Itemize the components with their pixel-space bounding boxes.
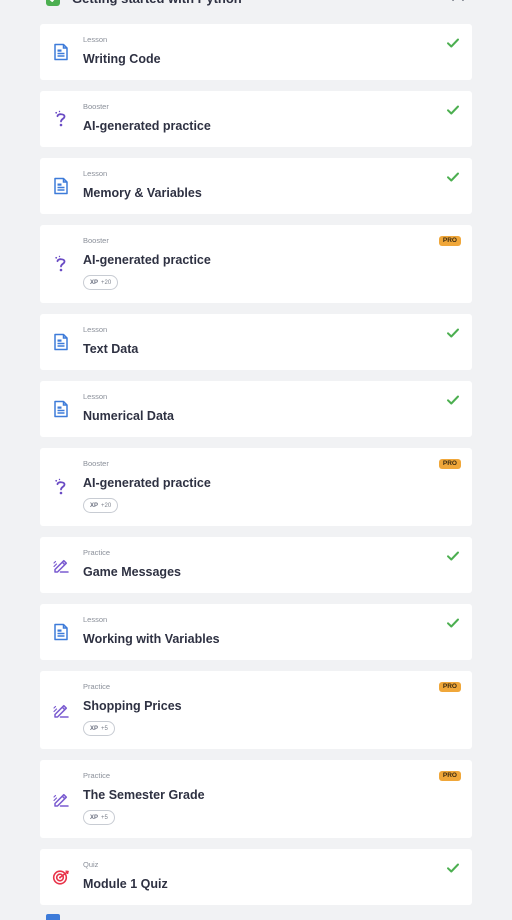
- xp-value: +5: [101, 814, 108, 821]
- card-title: Shopping Prices: [83, 699, 182, 713]
- card-type-label: Practice: [83, 771, 111, 780]
- booster-icon: [52, 478, 70, 496]
- completed-check-icon: [446, 36, 460, 50]
- xp-label: XP: [90, 814, 99, 821]
- pro-badge: PRO: [438, 771, 461, 781]
- lesson-card[interactable]: Practice Game Messages: [40, 537, 472, 593]
- card-type-label: Booster: [83, 102, 109, 111]
- pro-badge: PRO: [438, 459, 461, 469]
- lesson-card[interactable]: Lesson Working with Variables: [40, 604, 472, 660]
- card-type-label: Booster: [83, 236, 109, 245]
- lesson-card[interactable]: Practice The Semester Grade PRO XP +5: [40, 760, 472, 838]
- xp-badge: XP +5: [83, 721, 115, 736]
- card-type-label: Lesson: [83, 325, 108, 334]
- practice-icon: [52, 790, 70, 808]
- pro-badge: PRO: [438, 236, 461, 246]
- xp-value: +20: [101, 502, 112, 509]
- card-title: Working with Variables: [83, 632, 220, 646]
- lesson-icon: [52, 333, 70, 351]
- card-title: Game Messages: [83, 565, 181, 579]
- lesson-icon: [52, 43, 70, 61]
- completed-check-icon: [446, 103, 460, 117]
- completed-check-icon: [446, 549, 460, 563]
- lesson-card[interactable]: Lesson Numerical Data: [40, 381, 472, 437]
- xp-badge: XP +20: [83, 498, 119, 513]
- booster-icon: [52, 110, 70, 128]
- lesson-card[interactable]: Practice Shopping Prices PRO XP +5: [40, 671, 472, 749]
- lesson-card[interactable]: Booster AI-generated practice: [40, 91, 472, 147]
- lesson-card[interactable]: Booster AI-generated practice PRO XP +20: [40, 448, 472, 526]
- xp-label: XP: [90, 279, 99, 286]
- completed-check-icon: [446, 170, 460, 184]
- practice-icon: [52, 556, 70, 574]
- lesson-list: Lesson Writing Code Booster AI-generated pr…: [40, 24, 472, 916]
- xp-label: XP: [90, 725, 99, 732]
- quiz-icon: [52, 868, 70, 886]
- xp-value: +5: [101, 725, 108, 732]
- xp-label: XP: [90, 502, 99, 509]
- lesson-icon: [52, 400, 70, 418]
- chevron-up-icon[interactable]: [450, 0, 466, 6]
- card-type-label: Lesson: [83, 615, 108, 624]
- module-page: Getting started with Python Lesson Writin…: [0, 0, 512, 920]
- lesson-card[interactable]: Lesson Text Data: [40, 314, 472, 370]
- completed-check-icon: [446, 393, 460, 407]
- lesson-card[interactable]: Lesson Memory & Variables: [40, 158, 472, 214]
- card-title: Memory & Variables: [83, 186, 202, 200]
- card-title: Numerical Data: [83, 409, 175, 423]
- card-title: Text Data: [83, 342, 139, 356]
- completed-check-icon: [446, 326, 460, 340]
- next-section-icon: [46, 914, 60, 920]
- card-title: AI-generated practice: [83, 253, 211, 267]
- card-type-label: Practice: [83, 682, 111, 691]
- lesson-card[interactable]: Lesson Writing Code: [40, 24, 472, 80]
- pro-badge: PRO: [438, 682, 461, 692]
- card-type-label: Lesson: [83, 169, 108, 178]
- card-type-label: Booster: [83, 459, 109, 468]
- completed-check-icon: [446, 616, 460, 630]
- card-type-label: Lesson: [83, 392, 108, 401]
- booster-icon: [52, 255, 70, 273]
- card-title: AI-generated practice: [83, 476, 211, 490]
- card-type-label: Lesson: [83, 35, 108, 44]
- xp-badge: XP +20: [83, 275, 119, 290]
- lesson-icon: [52, 177, 70, 195]
- section-title: Getting started with Python: [72, 0, 242, 10]
- practice-icon: [52, 701, 70, 719]
- lesson-icon: [52, 623, 70, 641]
- completed-check-icon: [446, 861, 460, 875]
- card-title: Module 1 Quiz: [83, 877, 168, 891]
- lesson-card[interactable]: Booster AI-generated practice PRO XP +20: [40, 225, 472, 303]
- card-type-label: Practice: [83, 548, 111, 557]
- section-header[interactable]: Getting started with Python: [40, 0, 472, 10]
- lesson-card[interactable]: Quiz Module 1 Quiz: [40, 849, 472, 905]
- xp-badge: XP +5: [83, 810, 115, 825]
- card-title: Writing Code: [83, 52, 161, 66]
- xp-value: +20: [101, 279, 112, 286]
- section-complete-icon: [46, 0, 60, 6]
- card-type-label: Quiz: [83, 860, 99, 869]
- card-title: AI-generated practice: [83, 119, 211, 133]
- card-title: The Semester Grade: [83, 788, 205, 802]
